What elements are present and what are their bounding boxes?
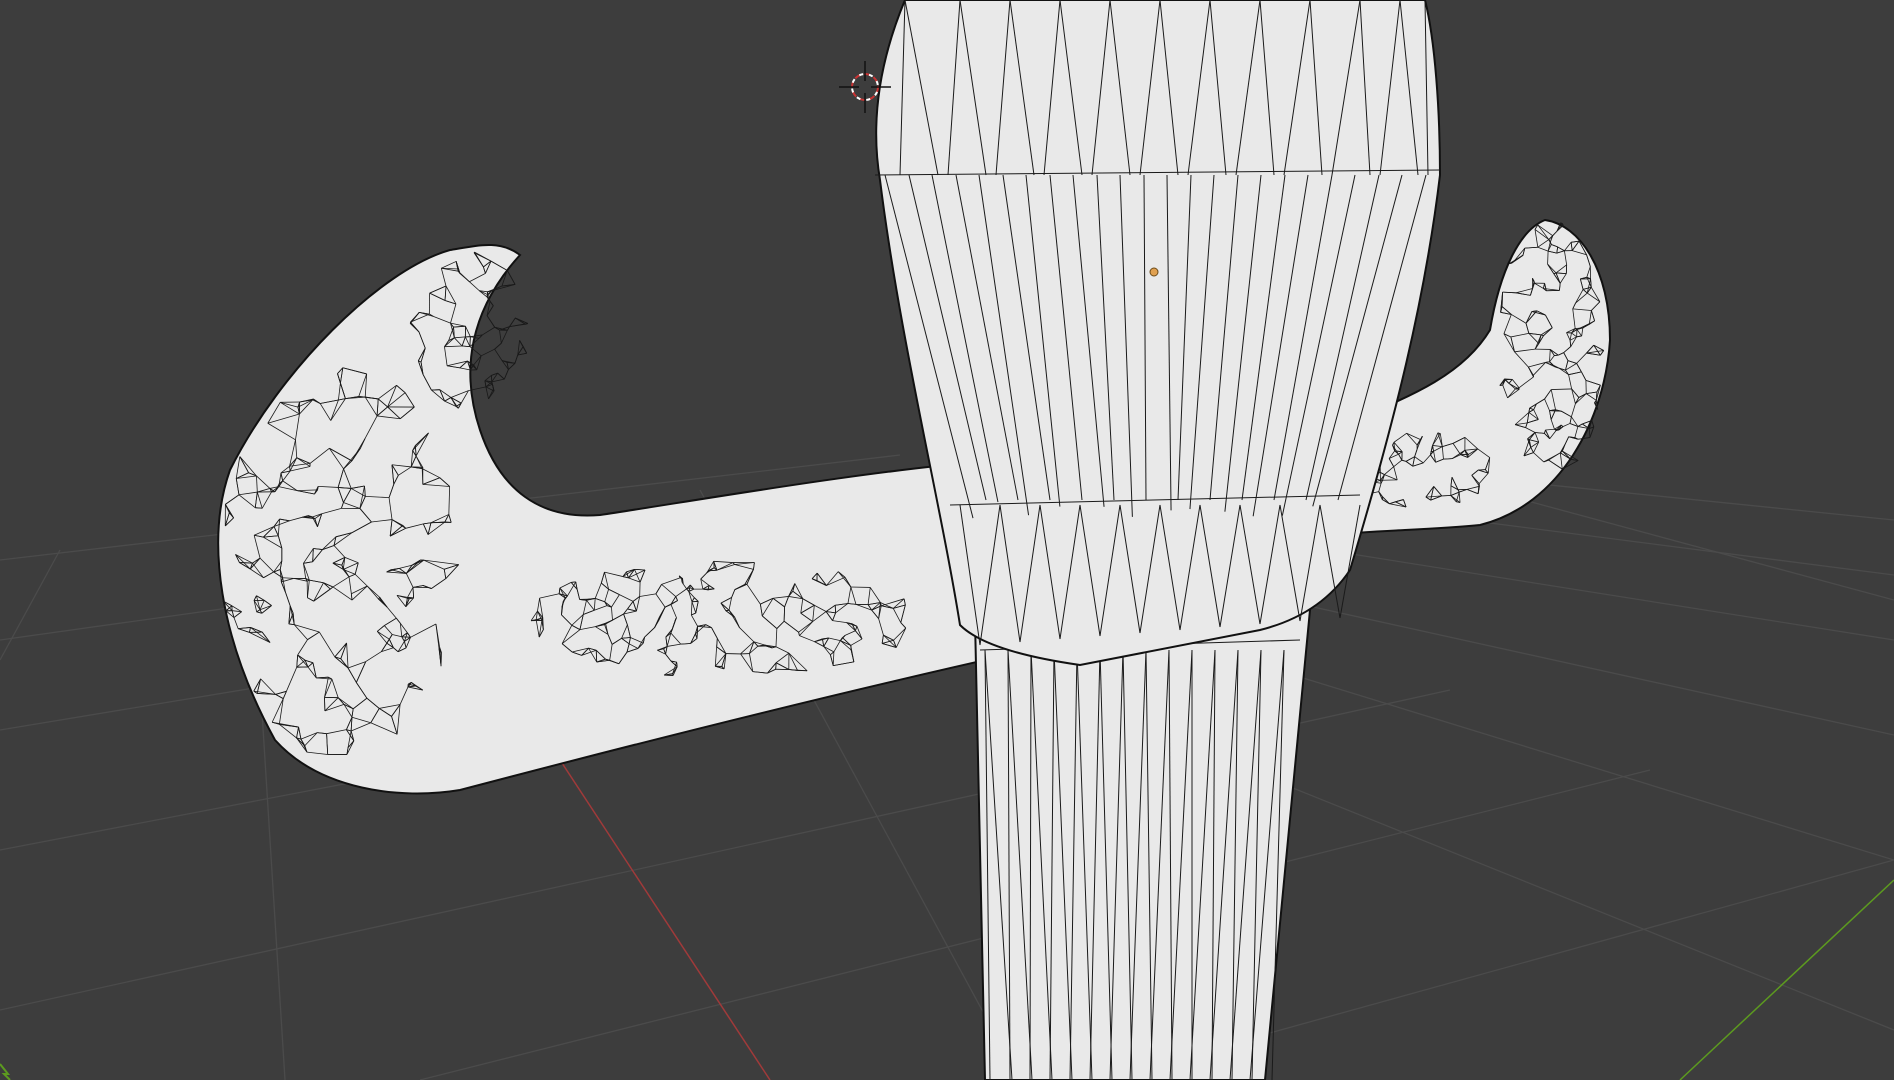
axis-y-indicator-icon xyxy=(0,1063,11,1080)
lower-post-mesh[interactable] xyxy=(973,608,1312,1080)
x-axis-line xyxy=(559,759,771,1080)
upper-body-mesh[interactable] xyxy=(874,0,1442,667)
object-origin-icon xyxy=(1149,267,1159,277)
3d-viewport[interactable] xyxy=(0,0,1894,1080)
